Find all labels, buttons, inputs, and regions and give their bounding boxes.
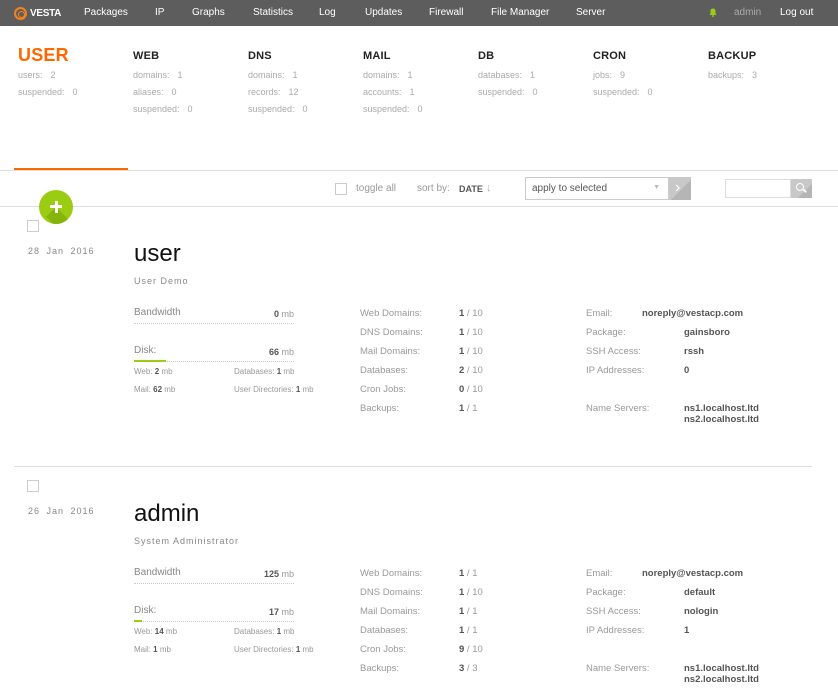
limit-value: 1 / 1 xyxy=(459,625,478,636)
limit-label: DNS Domains: xyxy=(360,587,423,598)
user-date: 28 Jan 2016 xyxy=(28,246,95,256)
disk-value: 17 mb xyxy=(268,607,294,617)
limit-label: Mail Domains: xyxy=(360,606,421,617)
user-date: 26 Jan 2016 xyxy=(28,506,95,516)
limit-label: Databases: xyxy=(360,625,409,636)
limit-label: Web Domains: xyxy=(360,568,423,579)
limit-value: 9 / 10 xyxy=(459,644,483,655)
ns2-value: ns2.localhost.ltd xyxy=(684,674,759,685)
disk-label: Disk: xyxy=(134,605,157,616)
email-value: noreply@vestacp.com xyxy=(642,568,744,579)
limit-value: 3 / 3 xyxy=(459,663,478,674)
ssh-value: nologin xyxy=(684,606,719,617)
disk-bar-track xyxy=(134,621,294,622)
disk-web: Web: 14 mb xyxy=(134,627,178,636)
limit-value: 1 / 1 xyxy=(459,568,478,579)
user-select-checkbox[interactable] xyxy=(27,480,39,492)
bandwidth-label: Bandwidth xyxy=(134,567,181,578)
limit-value: 1 / 10 xyxy=(459,587,483,598)
email-label: Email: xyxy=(586,568,613,579)
user-select-checkbox[interactable] xyxy=(27,220,39,232)
limit-value: 1 / 1 xyxy=(459,606,478,617)
ns-label: Name Servers: xyxy=(586,663,650,674)
disk-databases: Databases: 1 mb xyxy=(234,627,295,636)
user-entry: 26 Jan 2016 admin System Administrator B… xyxy=(0,260,838,685)
disk-bar-fill xyxy=(134,620,142,622)
package-value: default xyxy=(684,587,716,598)
user-full-name: System Administrator xyxy=(134,536,240,546)
bandwidth-bar xyxy=(134,583,294,584)
disk-user-directories: User Directories: 1 mb xyxy=(234,645,314,654)
limit-label: Cron Jobs: xyxy=(360,644,406,655)
disk-mail: Mail: 1 mb xyxy=(134,645,171,654)
limit-label: Backups: xyxy=(360,663,400,674)
bandwidth-value: 125 mb xyxy=(263,569,294,579)
user-entry: 28 Jan 2016 user User Demo Bandwidth 0 m… xyxy=(0,0,838,425)
package-label: Package: xyxy=(586,587,626,598)
ip-value: 1 xyxy=(684,625,690,636)
user-name[interactable]: admin xyxy=(134,500,199,528)
ns1-value: ns1.localhost.ltd xyxy=(684,663,759,674)
ip-label: IP Addresses: xyxy=(586,625,645,636)
ssh-label: SSH Access: xyxy=(586,606,641,617)
